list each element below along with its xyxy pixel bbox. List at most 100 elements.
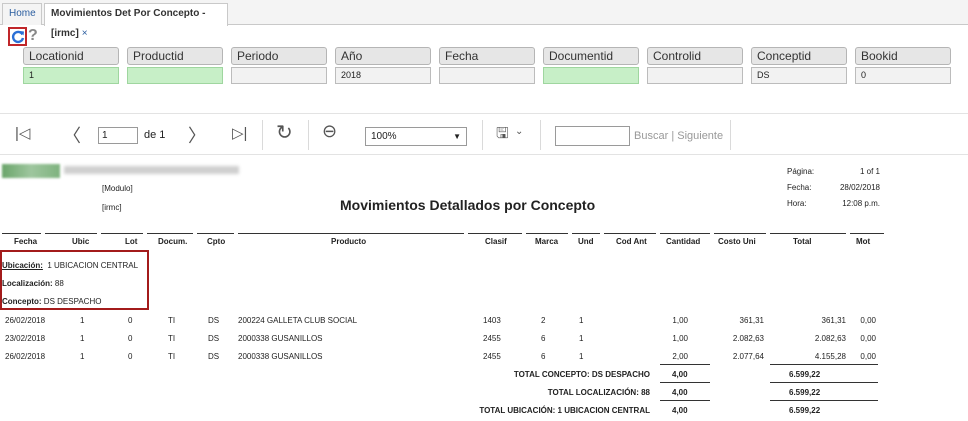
- param-fecha-input[interactable]: [439, 67, 535, 84]
- page-count: de 1: [144, 129, 166, 141]
- separator: [262, 120, 263, 150]
- date-value: 28/02/2018: [839, 183, 880, 192]
- total-rule: [770, 364, 878, 365]
- col-cod-ant: Cod Ant: [616, 237, 647, 246]
- ubicacion-label: Ubicación:: [2, 261, 43, 270]
- total-rule: [770, 382, 878, 383]
- col-costo-uni: Costo Uni: [718, 237, 756, 246]
- search-input[interactable]: [555, 126, 630, 146]
- help-icon[interactable]: ?: [28, 27, 38, 45]
- close-icon[interactable]: ×: [82, 28, 88, 39]
- param-controlid: Controlid: [647, 47, 743, 87]
- refresh-icon: [11, 30, 24, 43]
- col-fecha: Fecha: [14, 237, 38, 246]
- group-concepto: Concepto: DS DESPACHO: [2, 297, 101, 306]
- next-link[interactable]: Siguiente: [677, 130, 723, 142]
- header-rule: [101, 233, 143, 234]
- param-bookid-input[interactable]: 0: [855, 67, 951, 84]
- separator: [540, 120, 541, 150]
- param-ano-input[interactable]: 2018: [335, 67, 431, 84]
- param-controlid-input[interactable]: [647, 67, 743, 84]
- param-productid-input[interactable]: [127, 67, 223, 84]
- refresh-report-icon[interactable]: ↻: [276, 120, 293, 145]
- header-rule: [572, 233, 600, 234]
- page-value: 1 of 1: [859, 167, 880, 176]
- param-locationid-input[interactable]: 1: [23, 67, 119, 84]
- cell-lot: 0: [128, 316, 133, 325]
- cell-cantidad: 1,00: [672, 334, 688, 343]
- cell-cpto: DS: [208, 334, 220, 343]
- cell-cantidad: 1,00: [672, 316, 688, 325]
- company-name: [64, 166, 239, 174]
- cell-und: 1: [579, 352, 584, 361]
- param-label: Conceptid: [751, 47, 847, 65]
- chevron-down-icon[interactable]: ⌄: [515, 126, 523, 137]
- cell-producto: 2000338 GUSANILLOS: [238, 352, 323, 361]
- report-title: Movimientos Detallados por Concepto: [340, 197, 596, 213]
- col-clasif: Clasif: [485, 237, 507, 246]
- cell-fecha: 23/02/2018: [5, 334, 46, 343]
- tab-movimientos[interactable]: Movimientos Det Por Concepto -[irmc] ×: [44, 3, 228, 39]
- param-locationid: Locationid 1: [23, 47, 119, 87]
- report-toolbar: |◁ 〈 1 de 1 〉 ▷| ↻ ⊖ 100% ▼ 🖫 ⌄ Buscar | …: [0, 113, 968, 155]
- next-page-icon[interactable]: 〉: [188, 122, 206, 148]
- cell-fecha: 26/02/2018: [5, 352, 46, 361]
- save-icon[interactable]: 🖫: [496, 123, 509, 148]
- col-marca: Marca: [535, 237, 559, 246]
- total-rule: [660, 364, 710, 365]
- header-rule: [238, 233, 464, 234]
- tab-home[interactable]: Home: [2, 3, 42, 25]
- param-periodo-input[interactable]: [231, 67, 327, 84]
- refresh-button[interactable]: [8, 27, 27, 46]
- last-page-icon[interactable]: ▷|: [232, 124, 247, 142]
- header-rule: [45, 233, 97, 234]
- separator: [730, 120, 731, 150]
- cell-marca: 6: [541, 352, 546, 361]
- header-rule: [850, 233, 884, 234]
- header-rule: [468, 233, 522, 234]
- total-rule: [770, 400, 878, 401]
- time-value: 12:08 p.m.: [842, 199, 880, 208]
- param-documentid-input[interactable]: [543, 67, 639, 84]
- param-fecha: Fecha: [439, 47, 535, 87]
- header-rule: [770, 233, 846, 234]
- ubicacion-value: 1 UBICACION CENTRAL: [47, 261, 139, 270]
- cell-costo: 2.082,63: [732, 334, 764, 343]
- back-icon[interactable]: ⊖: [322, 121, 337, 142]
- cell-docum: TI: [168, 316, 176, 325]
- first-page-icon[interactable]: |◁: [15, 124, 30, 142]
- param-label: Bookid: [855, 47, 951, 65]
- page-number-input[interactable]: 1: [98, 127, 138, 144]
- param-conceptid-input[interactable]: DS: [751, 67, 847, 84]
- header-rule: [714, 233, 766, 234]
- cell-cantidad: 2,00: [672, 352, 688, 361]
- concepto-label: Concepto:: [2, 297, 42, 306]
- header-rule: [147, 233, 193, 234]
- find-label: Buscar: [634, 130, 669, 142]
- param-label: Año: [335, 47, 431, 65]
- cell-cpto: DS: [208, 316, 220, 325]
- find-link[interactable]: Buscar | Siguiente: [634, 130, 723, 142]
- total-rule: [660, 382, 710, 383]
- cell-mot: 0,00: [860, 316, 876, 325]
- cell-und: 1: [579, 316, 584, 325]
- param-documentid: Documentid: [543, 47, 639, 87]
- cell-docum: TI: [168, 352, 176, 361]
- cell-ubic: 1: [80, 334, 85, 343]
- previous-page-icon[interactable]: 〈: [63, 122, 81, 148]
- zoom-select[interactable]: 100% ▼: [365, 127, 467, 146]
- total-concepto-cantidad: 4,00: [672, 370, 688, 379]
- param-conceptid: Conceptid DS: [751, 47, 847, 87]
- col-mot: Mot: [856, 237, 871, 246]
- header-rule: [660, 233, 710, 234]
- col-ubic: Ubic: [72, 237, 90, 246]
- separator: [482, 120, 483, 150]
- zoom-value: 100%: [371, 131, 397, 142]
- col-und: Und: [578, 237, 594, 246]
- param-periodo: Periodo: [231, 47, 327, 87]
- total-localizacion-label: TOTAL LOCALIZACIÓN: 88: [547, 388, 650, 397]
- cell-clasif: 1403: [483, 316, 501, 325]
- date-label: Fecha:: [787, 183, 812, 192]
- cell-cpto: DS: [208, 352, 220, 361]
- cell-total: 4.155,28: [814, 352, 846, 361]
